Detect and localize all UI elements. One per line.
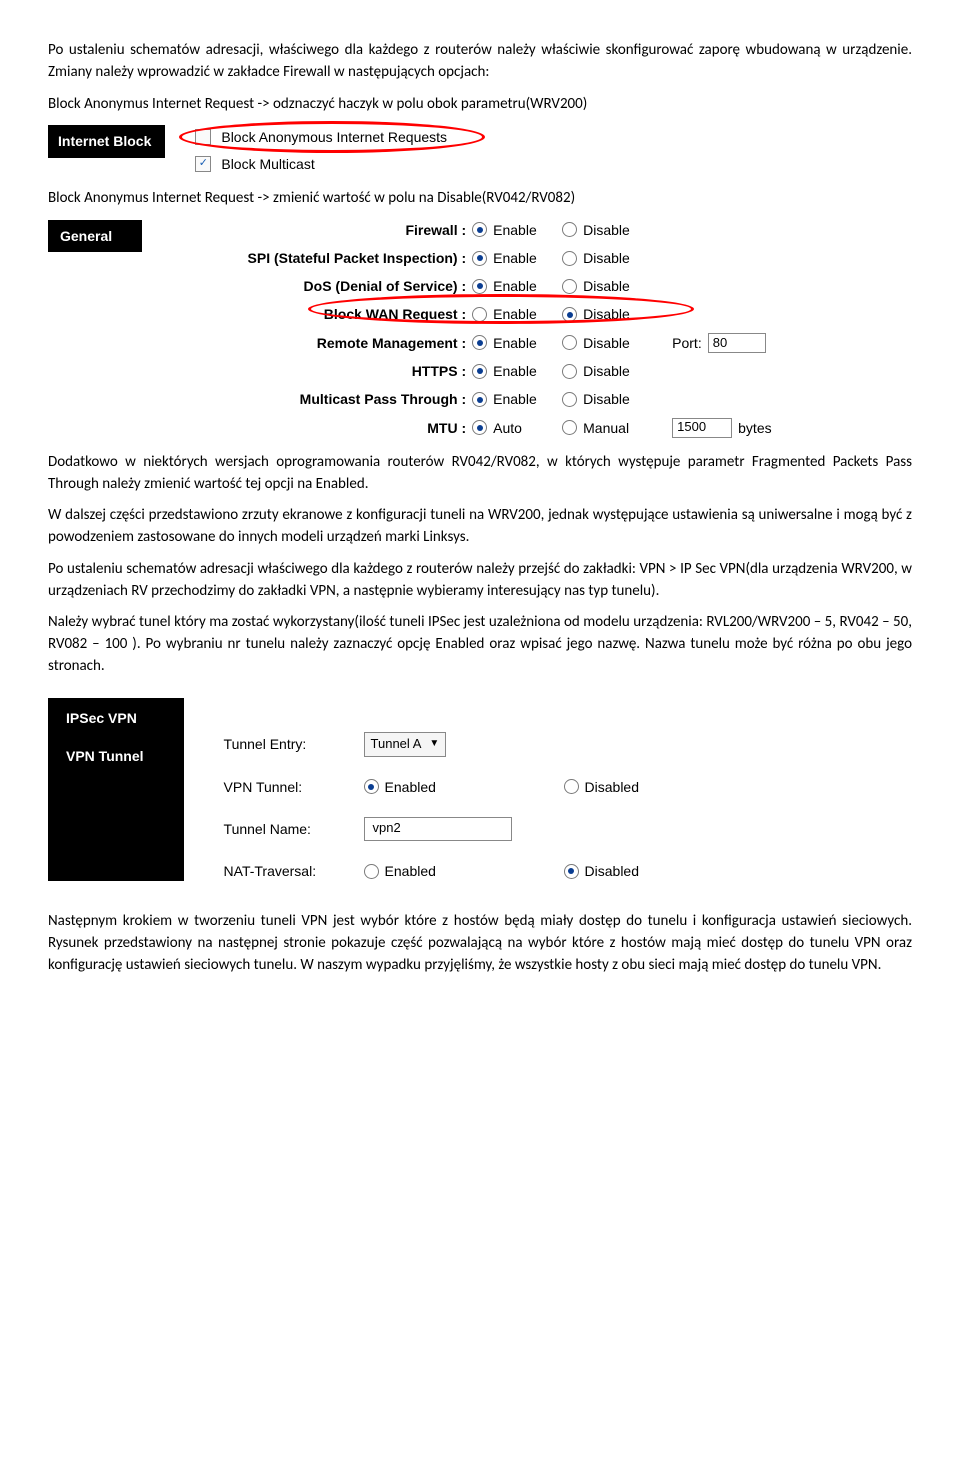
radio-disable[interactable]: Disable	[562, 361, 672, 381]
setting-label: Remote Management :	[202, 333, 472, 353]
paragraph: Następnym krokiem w tworzeniu tuneli VPN…	[48, 911, 912, 976]
setting-label: SPI (Stateful Packet Inspection) :	[202, 248, 472, 268]
paragraph: Dodatkowo w niektórych wersjach oprogram…	[48, 452, 912, 496]
setting-label: DoS (Denial of Service) :	[202, 276, 472, 296]
radio-disable[interactable]: Disable	[562, 304, 672, 324]
radio-manual[interactable]: Manual	[562, 418, 672, 438]
setting-label: Multicast Pass Through :	[202, 389, 472, 409]
checkbox-anonymous[interactable]	[195, 129, 211, 145]
radio-enable[interactable]: Enable	[472, 361, 562, 381]
setting-label: HTTPS :	[202, 361, 472, 381]
section-header-general: General	[48, 220, 142, 252]
radio-disable[interactable]: Disable	[562, 276, 672, 296]
radio-disable[interactable]: Disable	[562, 248, 672, 268]
radio-nat-enabled[interactable]: Enabled	[364, 861, 564, 881]
section-header-internet-block: Internet Block	[48, 125, 165, 157]
row-block-anonymous: Block Anonymous Internet Requests	[195, 127, 447, 147]
mtu-input[interactable]: 1500	[672, 418, 732, 438]
radio-enable[interactable]: Enable	[472, 220, 562, 240]
section-header-ipsec: IPSec VPN VPN Tunnel	[48, 698, 184, 881]
firewall-settings-grid: Firewall : Enable Disable SPI (Stateful …	[202, 220, 792, 438]
input-tunnel-name[interactable]: vpn2	[364, 817, 512, 841]
figure-ipsec-vpn: IPSec VPN VPN Tunnel Tunnel Entry: Tunne…	[48, 698, 912, 881]
row-block-multicast: ✓ Block Multicast	[195, 154, 447, 174]
radio-vpn-enabled[interactable]: Enabled	[364, 777, 564, 797]
checkbox-multicast[interactable]: ✓	[195, 156, 211, 172]
paragraph: Block Anonymus Internet Request -> odzna…	[48, 94, 912, 116]
radio-auto[interactable]: Auto	[472, 418, 562, 438]
radio-nat-disabled[interactable]: Disabled	[564, 861, 684, 881]
radio-disable[interactable]: Disable	[562, 333, 672, 353]
label-nat-traversal: NAT-Traversal:	[224, 861, 364, 881]
paragraph: W dalszej części przedstawiono zrzuty ek…	[48, 505, 912, 549]
radio-disable[interactable]: Disable	[562, 220, 672, 240]
paragraph: Po ustaleniu schematów adresacji właściw…	[48, 559, 912, 603]
label-block-multicast: Block Multicast	[221, 154, 314, 174]
label-block-anonymous: Block Anonymous Internet Requests	[221, 127, 447, 147]
label-tunnel-entry: Tunnel Entry:	[224, 734, 364, 754]
label-tunnel-name: Tunnel Name:	[224, 819, 364, 839]
chevron-down-icon: ▼	[429, 737, 439, 752]
figure-general-firewall: General Firewall : Enable Disable SPI (S…	[48, 220, 912, 438]
paragraph: Block Anonymus Internet Request -> zmien…	[48, 188, 912, 210]
port-field: Port: 80	[672, 333, 792, 353]
paragraph: Po ustaleniu schematów adresacji, właści…	[48, 40, 912, 84]
setting-label: Firewall :	[202, 220, 472, 240]
radio-enable[interactable]: Enable	[472, 333, 562, 353]
ipsec-settings-grid: Tunnel Entry: Tunnel A ▼ VPN Tunnel: Ena…	[224, 732, 684, 881]
paragraph: Należy wybrać tunel który ma zostać wyko…	[48, 612, 912, 677]
mtu-field: 1500 bytes	[672, 418, 792, 438]
radio-disable[interactable]: Disable	[562, 389, 672, 409]
radio-enable[interactable]: Enable	[472, 276, 562, 296]
figure-internet-block: Internet Block Block Anonymous Internet …	[48, 125, 912, 174]
radio-vpn-disabled[interactable]: Disabled	[564, 777, 684, 797]
radio-enable[interactable]: Enable	[472, 248, 562, 268]
label-vpn-tunnel: VPN Tunnel:	[224, 777, 364, 797]
ipsec-subheader: VPN Tunnel	[66, 746, 144, 766]
radio-enable[interactable]: Enable	[472, 304, 562, 324]
port-input[interactable]: 80	[708, 333, 766, 353]
setting-label: MTU :	[202, 418, 472, 438]
select-tunnel-entry[interactable]: Tunnel A ▼	[364, 732, 447, 757]
radio-enable[interactable]: Enable	[472, 389, 562, 409]
ipsec-title: IPSec VPN	[66, 708, 144, 728]
setting-label: Block WAN Request :	[202, 304, 472, 324]
